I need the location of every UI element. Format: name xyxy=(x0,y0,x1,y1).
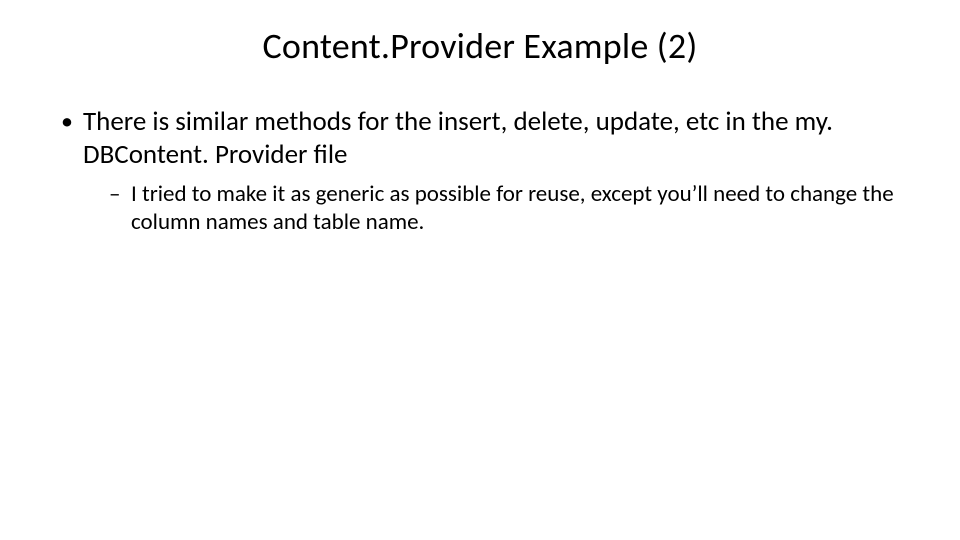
bullet-text: I tried to make it as generic as possibl… xyxy=(131,180,894,236)
slide-title: Content.Provider Example (2) xyxy=(55,24,905,68)
slide: Content.Provider Example (2) There is si… xyxy=(0,0,960,540)
list-item: I tried to make it as generic as possibl… xyxy=(83,180,905,236)
list-item: There is similar methods for the insert,… xyxy=(55,106,905,236)
bullet-text: There is similar methods for the insert,… xyxy=(83,105,833,171)
bullet-list-level1: There is similar methods for the insert,… xyxy=(55,106,905,236)
bullet-list-level2: I tried to make it as generic as possibl… xyxy=(83,180,905,236)
